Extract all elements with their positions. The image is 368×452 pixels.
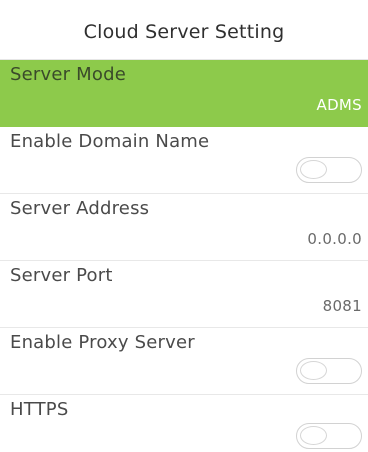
setting-row-server-port[interactable]: Server Port 8081 <box>0 261 368 328</box>
setting-value-server-address: 0.0.0.0 <box>307 230 362 248</box>
setting-label-enable-proxy-server: Enable Proxy Server <box>10 332 195 353</box>
https-toggle[interactable] <box>296 423 362 449</box>
setting-label-server-address: Server Address <box>10 198 150 219</box>
setting-label-https: HTTPS <box>10 399 69 420</box>
setting-row-enable-proxy-server[interactable]: Enable Proxy Server <box>0 328 368 395</box>
enable-domain-name-toggle[interactable] <box>296 157 362 183</box>
setting-row-server-address[interactable]: Server Address 0.0.0.0 <box>0 194 368 261</box>
toggle-knob <box>300 426 327 445</box>
setting-value-server-port: 8081 <box>322 297 362 315</box>
page-title: Cloud Server Setting <box>0 0 368 60</box>
enable-proxy-server-toggle[interactable] <box>296 358 362 384</box>
toggle-knob <box>300 361 327 380</box>
setting-label-server-port: Server Port <box>10 265 113 286</box>
setting-label-server-mode: Server Mode <box>10 64 126 85</box>
setting-label-enable-domain-name: Enable Domain Name <box>10 131 210 152</box>
setting-row-enable-domain-name[interactable]: Enable Domain Name <box>0 127 368 194</box>
toggle-knob <box>300 160 327 179</box>
cloud-server-setting-screen: Cloud Server Setting Server Mode ADMS En… <box>0 0 368 452</box>
setting-row-server-mode[interactable]: Server Mode ADMS <box>0 60 368 127</box>
setting-value-server-mode: ADMS <box>316 96 362 114</box>
setting-row-https[interactable]: HTTPS <box>0 395 368 451</box>
